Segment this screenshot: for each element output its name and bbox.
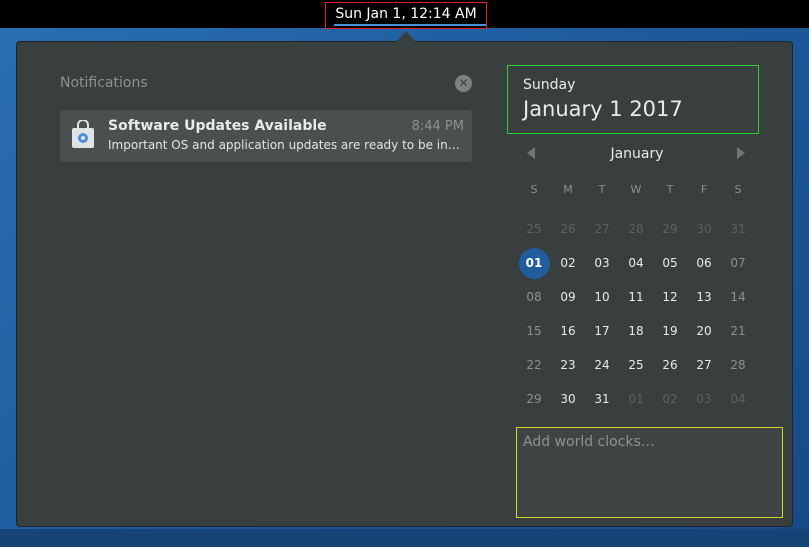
calendar-day[interactable]: 24 — [585, 348, 619, 382]
weekday-header: S — [734, 182, 742, 196]
desktop-background — [0, 529, 809, 547]
world-clocks-button[interactable]: Add world clocks… — [516, 427, 783, 518]
calendar-day[interactable]: 25 — [619, 348, 653, 382]
calendar-day[interactable]: 18 — [619, 314, 653, 348]
calendar-day[interactable]: 09 — [551, 280, 585, 314]
notifications-title: Notifications — [60, 75, 148, 91]
calendar-day[interactable]: 31 — [721, 212, 755, 246]
calendar-day[interactable]: 23 — [551, 348, 585, 382]
calendar-day[interactable]: 27 — [585, 212, 619, 246]
calendar-day[interactable]: 13 — [687, 280, 721, 314]
chevron-left-icon[interactable] — [527, 147, 535, 159]
chevron-right-icon[interactable] — [737, 147, 745, 159]
notification-item[interactable]: Software Updates Available 8:44 PM Impor… — [60, 110, 472, 162]
notification-heading: Software Updates Available — [108, 118, 327, 134]
weekday-header: T — [598, 182, 606, 196]
calendar-day[interactable]: 22 — [517, 348, 551, 382]
calendar-day[interactable]: 01 — [619, 382, 653, 416]
calendar-day[interactable]: 29 — [517, 382, 551, 416]
calendar-day[interactable]: 28 — [619, 212, 653, 246]
calendar-day[interactable]: 31 — [585, 382, 619, 416]
weekday-header: M — [563, 182, 573, 196]
calendar-day[interactable]: 03 — [687, 382, 721, 416]
calendar-day[interactable]: 17 — [585, 314, 619, 348]
today-date-button[interactable]: Sunday January 1 2017 — [507, 65, 759, 134]
calendar-day[interactable]: 05 — [653, 246, 687, 280]
calendar-day[interactable]: 10 — [585, 280, 619, 314]
software-update-bag-icon — [72, 120, 94, 148]
weekday-header: F — [700, 182, 708, 196]
calendar-day[interactable]: 29 — [653, 212, 687, 246]
notification-time: 8:44 PM — [411, 119, 464, 134]
calendar-day[interactable]: 30 — [687, 212, 721, 246]
calendar-day[interactable]: 15 — [517, 314, 551, 348]
calendar-day[interactable]: 08 — [517, 280, 551, 314]
calendar-day[interactable]: 27 — [687, 348, 721, 382]
calendar-day[interactable]: 14 — [721, 280, 755, 314]
calendar-day[interactable]: 04 — [721, 382, 755, 416]
calendar-day[interactable]: 04 — [619, 246, 653, 280]
calendar-day[interactable]: 19 — [653, 314, 687, 348]
weekday-header: T — [666, 182, 674, 196]
calendar-popover: Notifications ✕ Software Updates Availab… — [16, 41, 793, 527]
top-bar: Sun Jan 1, 12:14 AM — [0, 0, 809, 29]
menu-pointer — [396, 31, 416, 42]
calendar-day[interactable]: 16 — [551, 314, 585, 348]
notification-body: Important OS and application updates are… — [108, 138, 462, 152]
calendar-day[interactable]: 02 — [653, 382, 687, 416]
calendar-day[interactable]: 02 — [551, 246, 585, 280]
calendar-day[interactable]: 30 — [551, 382, 585, 416]
calendar-day[interactable]: 26 — [551, 212, 585, 246]
calendar-day[interactable]: 20 — [687, 314, 721, 348]
calendar-grid: S M T W T F S 25 26 27 28 29 30 31 01 02 03 04 05 06 07 08 09 1… — [517, 178, 755, 416]
full-date-label: January 1 2017 — [523, 97, 683, 121]
calendar-month: January — [610, 146, 664, 162]
calendar-day[interactable]: 12 — [653, 280, 687, 314]
calendar-day[interactable]: 11 — [619, 280, 653, 314]
weekday-label: Sunday — [523, 77, 576, 93]
clock-active-indicator — [334, 24, 486, 26]
calendar-day[interactable]: 21 — [721, 314, 755, 348]
calendar-day[interactable]: 07 — [721, 246, 755, 280]
calendar-day[interactable]: 26 — [653, 348, 687, 382]
calendar-day[interactable]: 01 — [517, 246, 551, 280]
world-clocks-label: Add world clocks… — [523, 434, 655, 450]
calendar-day[interactable]: 06 — [687, 246, 721, 280]
weekday-header: W — [630, 182, 642, 196]
calendar-day[interactable]: 03 — [585, 246, 619, 280]
weekday-header: S — [530, 182, 538, 196]
calendar-day[interactable]: 28 — [721, 348, 755, 382]
calendar-day[interactable]: 25 — [517, 212, 551, 246]
close-circle-icon[interactable]: ✕ — [455, 75, 472, 92]
